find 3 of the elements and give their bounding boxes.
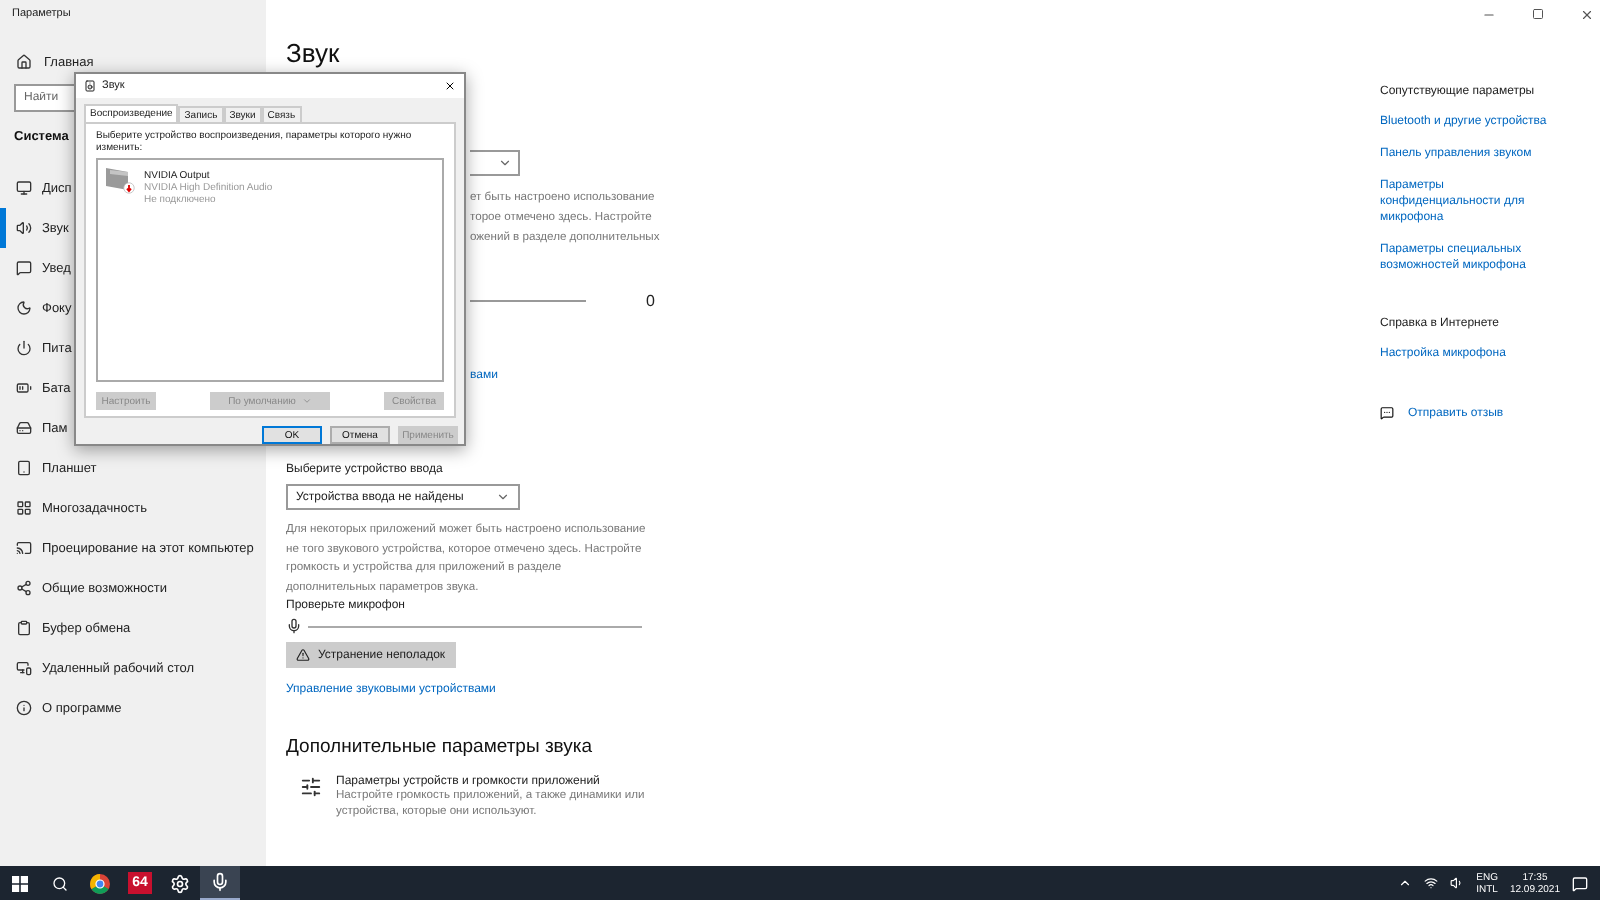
volume-value: 0: [646, 292, 655, 310]
section-heading: Дополнительные параметры звука: [286, 736, 595, 758]
page-title: Звук: [286, 38, 340, 68]
